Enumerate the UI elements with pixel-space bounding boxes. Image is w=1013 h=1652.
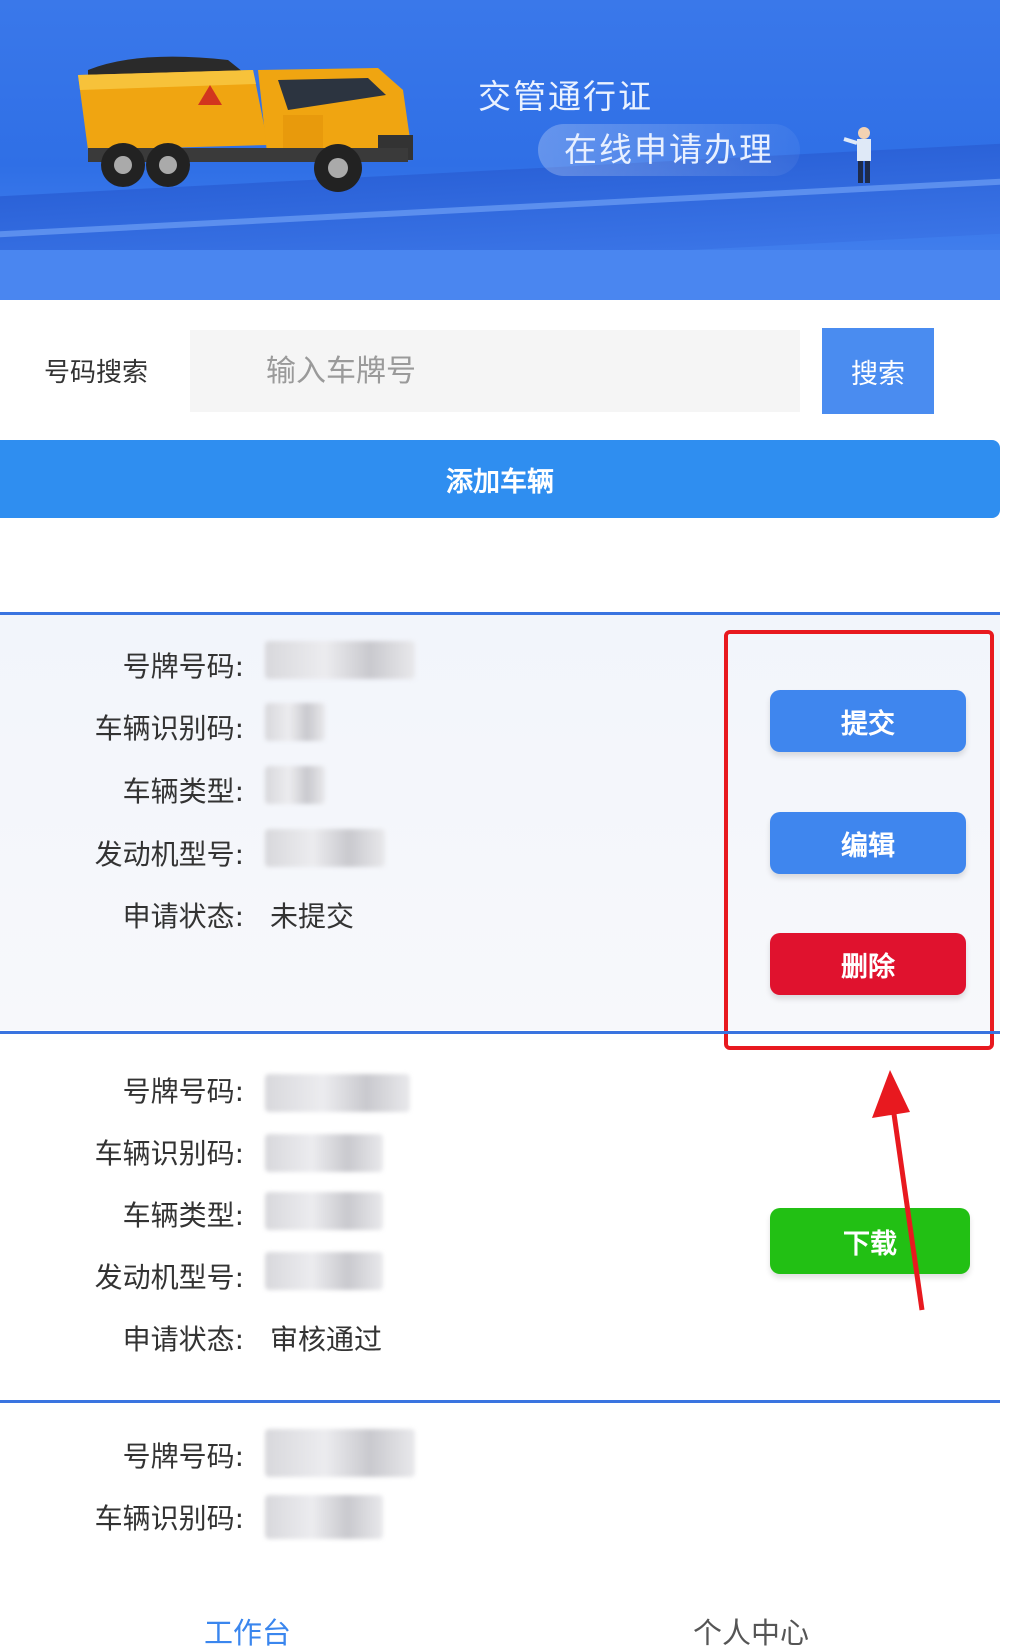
plate-value-redacted xyxy=(265,1429,415,1477)
add-vehicle-button[interactable]: 添加车辆 xyxy=(0,440,1000,518)
vehicle-card-3: 号牌号码: 车辆识别码: xyxy=(0,1403,1000,1573)
vin-label: 车辆识别码: xyxy=(94,712,244,745)
engine-value-redacted xyxy=(265,1252,383,1290)
vin-value-redacted xyxy=(265,703,325,741)
tab-workbench[interactable]: 工作台 xyxy=(204,1610,291,1652)
vehicle-card-2: 号牌号码: 车辆识别码: 车辆类型: 发动机型号: 申请状态: 审核通过 下载 xyxy=(0,1034,1000,1404)
plate-search-input[interactable] xyxy=(190,330,800,412)
engine-value-redacted xyxy=(265,829,385,867)
status-label: 申请状态: xyxy=(122,1323,244,1356)
type-label: 车辆类型: xyxy=(122,775,244,808)
dump-truck-icon xyxy=(78,56,413,192)
search-button[interactable]: 搜索 xyxy=(822,328,934,414)
plate-label: 号牌号码: xyxy=(122,650,244,683)
vin-label: 车辆识别码: xyxy=(94,1502,244,1535)
banner-band xyxy=(0,250,1000,300)
vin-value-redacted xyxy=(265,1495,383,1539)
header-banner: 交管通行证 在线申请办理 xyxy=(0,0,1000,300)
vin-label: 车辆识别码: xyxy=(94,1137,244,1170)
engine-label: 发动机型号: xyxy=(94,838,244,871)
engine-label: 发动机型号: xyxy=(94,1261,244,1294)
type-value-redacted xyxy=(265,1192,383,1230)
plate-label: 号牌号码: xyxy=(122,1440,244,1473)
traffic-officer-icon xyxy=(843,127,871,183)
plate-label: 号牌号码: xyxy=(122,1075,244,1108)
banner-title: 交管通行证 xyxy=(478,77,653,116)
type-value-redacted xyxy=(265,766,325,804)
status-value: 审核通过 xyxy=(270,1323,383,1356)
vin-value-redacted xyxy=(265,1134,383,1172)
search-label: 号码搜索 xyxy=(44,358,149,388)
banner-subtitle: 在线申请办理 xyxy=(538,124,800,176)
plate-value-redacted xyxy=(265,1074,410,1112)
status-value: 未提交 xyxy=(270,900,355,933)
status-label: 申请状态: xyxy=(122,900,244,933)
annotation-arrow-icon xyxy=(872,1070,925,1311)
annotation-highlight-box xyxy=(724,630,994,1050)
plate-value-redacted xyxy=(265,641,415,679)
type-label: 车辆类型: xyxy=(122,1199,244,1232)
tab-personal-center[interactable]: 个人中心 xyxy=(693,1610,809,1652)
